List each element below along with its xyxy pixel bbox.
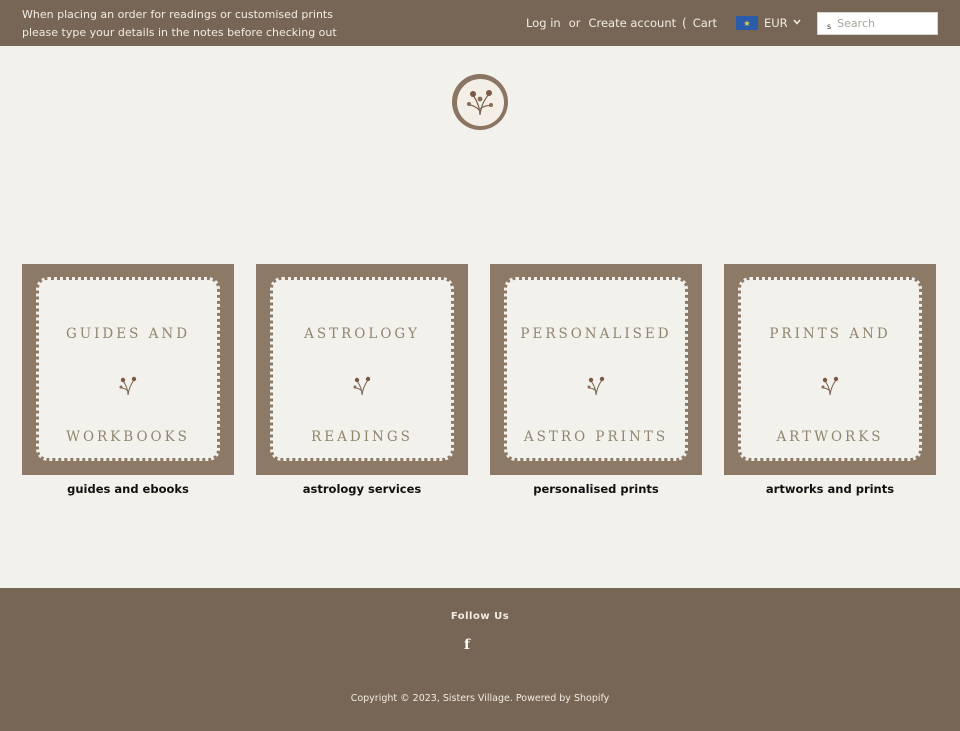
collection-card-guides[interactable]: GUIDES AND WORKBOOKS: [22, 264, 234, 475]
account-links: Log in or Create account: [526, 0, 676, 46]
flower-sprig-icon: [353, 376, 371, 396]
collection-caption-astrology[interactable]: astrology services: [256, 482, 468, 496]
collection-caption-guides[interactable]: guides and ebooks: [22, 482, 234, 496]
announcement-text: When placing an order for readings or cu…: [22, 6, 342, 41]
card-panel: ASTROLOGY READINGS: [270, 277, 454, 461]
announcement-line-2: please type your details in the notes be…: [22, 25, 337, 39]
card-panel: PRINTS AND ARTWORKS: [738, 277, 922, 461]
search-box: s: [817, 12, 938, 35]
announcement-line-1: When placing an order for readings or cu…: [22, 8, 333, 21]
login-link[interactable]: Log in: [526, 16, 561, 30]
currency-selector[interactable]: ★ EUR: [736, 0, 801, 46]
collection-card-prints[interactable]: PRINTS AND ARTWORKS: [724, 264, 936, 475]
or-separator: or: [568, 16, 581, 30]
create-account-link[interactable]: Create account: [588, 16, 676, 30]
top-bar: When placing an order for readings or cu…: [0, 0, 960, 46]
card-title-line-2: WORKBOOKS: [66, 429, 190, 445]
card-title-line-1: GUIDES AND: [65, 326, 191, 342]
store-logo[interactable]: [452, 74, 508, 130]
collection-card-personalised[interactable]: PERSONALISED ASTRO PRINTS: [490, 264, 702, 475]
follow-us-heading: Follow Us: [450, 611, 510, 622]
cart-label: Cart: [692, 16, 718, 30]
flower-sprig-icon: [821, 376, 839, 396]
collection-card-astrology[interactable]: ASTROLOGY READINGS: [256, 264, 468, 475]
facebook-icon[interactable]: f: [461, 637, 473, 653]
collection-caption-personalised[interactable]: personalised prints: [490, 482, 702, 496]
card-panel: PERSONALISED ASTRO PRINTS: [504, 277, 688, 461]
search-input[interactable]: [837, 17, 928, 30]
flower-sprig-icon: [119, 376, 137, 396]
flower-sprig-icon: [467, 90, 493, 116]
card-title-line-1: ASTROLOGY: [304, 326, 420, 342]
search-icon[interactable]: s: [827, 22, 831, 31]
card-panel: GUIDES AND WORKBOOKS: [36, 277, 220, 461]
card-title-line-1: PRINTS AND: [769, 326, 891, 342]
eu-flag-icon: ★: [736, 16, 758, 30]
card-title-line-2: ASTRO PRINTS: [523, 429, 669, 445]
cart-link[interactable]: ( Cart: [682, 0, 717, 46]
flower-sprig-icon: [587, 376, 605, 396]
site-footer: Follow Us f Copyright © 2023, Sisters Vi…: [0, 588, 960, 731]
card-title-line-1: PERSONALISED: [520, 326, 672, 342]
copyright-text: Copyright © 2023, Sisters Village. Power…: [350, 693, 610, 704]
currency-label: EUR: [764, 16, 788, 30]
chevron-down-icon: [793, 18, 801, 28]
logo-inner: [456, 78, 504, 126]
card-title-line-2: READINGS: [311, 429, 413, 445]
cart-icon: (: [682, 16, 687, 30]
collection-caption-prints[interactable]: artworks and prints: [724, 482, 936, 496]
card-title-line-2: ARTWORKS: [776, 429, 884, 445]
